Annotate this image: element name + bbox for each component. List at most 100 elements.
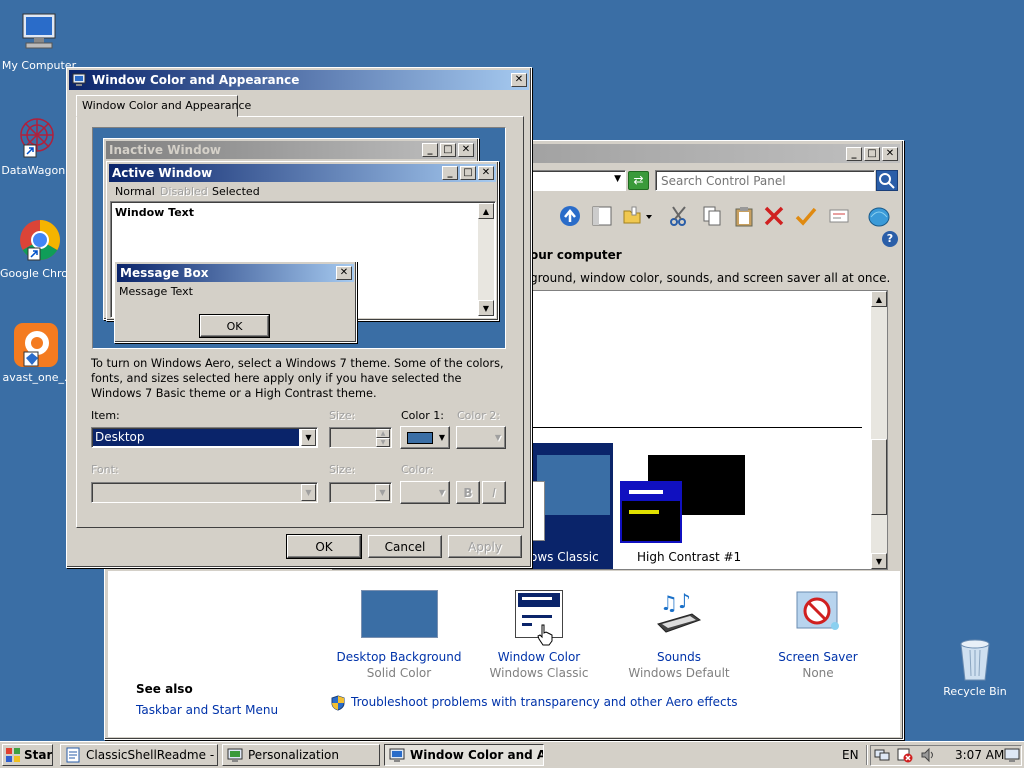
close-button[interactable]: ✕ [511,73,527,87]
search-input[interactable] [655,170,875,191]
theme-thumb-hc-front [620,481,682,543]
dialog-titlebar[interactable]: Window Color and Appearance ✕ [69,70,529,90]
maximize-button: □ [460,166,476,180]
desktop-icon-datawagon[interactable]: DataWagon. [0,115,74,177]
close-button[interactable]: ✕ [882,146,898,161]
desktop-icon-recycle-bin[interactable]: Recycle Bin [936,636,1014,698]
volume-icon[interactable] [920,747,936,763]
preview-msgbox-ok-button: OK [199,314,270,338]
see-also-heading: See also [136,682,193,696]
desktop-icon-my-computer[interactable]: My Computer [0,10,78,72]
show-desktop-icon[interactable] [1004,747,1020,763]
clock[interactable]: 3:07 AM [955,748,1004,762]
theme-high-contrast-1[interactable]: High Contrast #1 [614,443,754,569]
up-icon[interactable] [559,205,581,227]
scroll-down-button[interactable]: ▼ [871,553,887,569]
refresh-icon[interactable]: ⇄ [628,171,649,190]
color1-label: Color 1: [401,409,444,422]
font-color-picker: ▼ [400,481,450,504]
desktop-background-item[interactable]: Desktop Background Solid Color [329,590,469,680]
computer-icon [16,10,62,56]
desktop-icon-avast[interactable]: avast_one_. [0,322,74,384]
language-indicator[interactable]: EN [842,748,859,762]
ok-button[interactable]: OK [286,534,362,559]
screen-saver-link[interactable]: Screen Saver [748,650,888,664]
paste-icon[interactable] [733,205,755,227]
window-color-link[interactable]: Window Color [469,650,609,664]
theme-windows-classic[interactable]: ows Classic [530,443,613,569]
scroll-up-button[interactable]: ▲ [871,291,887,307]
checkmark-icon[interactable] [795,205,817,227]
folders-icon[interactable] [622,205,652,227]
cancel-button[interactable]: Cancel [368,535,442,558]
scroll-thumb[interactable] [871,439,887,515]
start-icon [5,747,21,763]
minimize-button[interactable]: _ [846,146,862,161]
recycle-bin-icon [952,636,998,682]
color2-picker: ▼ [456,426,506,449]
spin-down-icon: ▼ [376,438,390,447]
hand-cursor-icon [537,624,553,646]
taskbar-start-menu-link[interactable]: Taskbar and Start Menu [136,703,278,717]
maximize-button: □ [440,143,456,157]
preview-message-box: Message Box ✕ Message Text OK [114,261,357,343]
chevron-down-icon[interactable]: ▼ [301,429,316,446]
properties-icon[interactable] [828,205,850,227]
preview-menu-selected: Selected [212,185,260,198]
item-select[interactable]: Desktop ▼ [91,427,318,448]
sounds-item[interactable]: ♫ ♪ Sounds Windows Default [609,589,749,680]
theme-thumb-classic [537,455,610,515]
tab-window-color-appearance[interactable]: Window Color and Appearance [76,95,251,117]
chevron-down-icon: ▼ [375,484,390,501]
copy-icon[interactable] [701,205,723,227]
preview-menu-normal: Normal [115,185,155,198]
shield-icon [331,695,345,711]
theme-list-scrollbar[interactable]: ▲ ▼ [871,291,887,569]
panel-icon[interactable] [591,205,613,227]
chevron-down-icon[interactable]: ▼ [614,174,621,184]
color1-picker[interactable]: ▼ [400,426,450,449]
sounds-link[interactable]: Sounds [609,650,749,664]
color2-label: Color 2: [457,409,500,422]
taskbar-button-classicshell[interactable]: ClassicShellReadme - Wo... [60,744,218,766]
maximize-button[interactable]: □ [864,146,880,161]
chrome-icon [16,218,62,264]
dialog-title: Window Color and Appearance [92,73,300,87]
preview-menu-disabled: Disabled [160,185,208,198]
taskbar-button-personalization[interactable]: Personalization [222,744,380,766]
avast-icon [12,322,58,368]
chevron-down-icon: ▼ [301,484,316,501]
close-button: ✕ [458,143,474,157]
start-button[interactable]: Start [2,744,53,766]
desktop-background-link[interactable]: Desktop Background [329,650,469,664]
taskbar-button-label: Window Color and Ap... [410,748,543,762]
preview-msgbox-title: Message Box [120,266,209,280]
personalization-icon [227,747,243,763]
help-icon[interactable]: ? [882,231,898,247]
start-label: Start [24,748,53,762]
desktop-background-value: Solid Color [366,666,432,680]
network-icon[interactable] [874,747,890,763]
cut-icon[interactable] [668,205,690,227]
theme-divider [530,427,862,428]
address-bar[interactable]: ▼ [530,170,626,191]
sounds-icon: ♫ ♪ [654,589,704,638]
item-label: Item: [91,409,120,422]
item-select-value: Desktop [93,429,299,446]
screen-saver-item[interactable]: Screen Saver None [748,590,888,680]
delete-icon[interactable] [763,205,785,227]
window-color-value: Windows Classic [489,666,589,680]
troubleshoot-link[interactable]: Troubleshoot problems with transparency … [351,695,738,709]
search-button[interactable] [876,170,898,191]
datawagon-icon [12,115,58,161]
preview-active-title: Active Window [112,166,213,180]
font-size-label: Size: [329,463,356,476]
desktop-background-thumb [360,590,438,638]
desktop-icon-label: avast_one_. [2,371,68,384]
desktop-icon-label: Recycle Bin [943,685,1007,698]
item-size-spinner: ▲ ▼ [329,427,392,448]
shell-icon[interactable] [867,205,890,227]
display-settings-icon [389,747,405,763]
taskbar-button-window-color[interactable]: Window Color and Ap... [384,744,544,766]
action-center-icon[interactable] [897,747,913,763]
